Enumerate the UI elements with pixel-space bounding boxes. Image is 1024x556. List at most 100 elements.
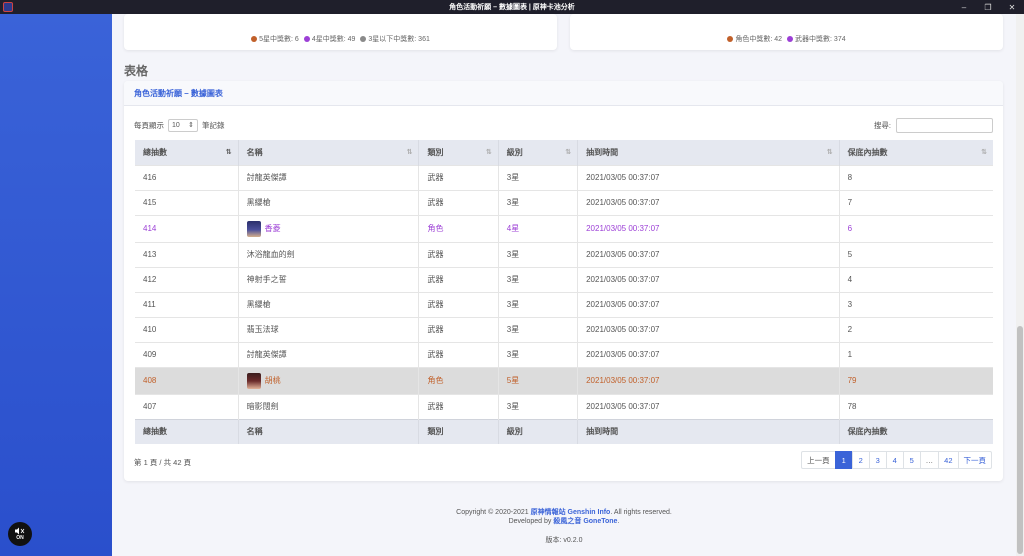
table-page-info: 第 1 頁 / 共 42 頁	[134, 458, 192, 467]
site-link[interactable]: 原神情報站 Genshin Info	[531, 509, 611, 516]
cell-total: 412	[135, 266, 239, 292]
cell-type: 武器	[418, 266, 499, 292]
legend-label-3star: 3星以下中獎數: 361	[368, 36, 430, 43]
character-name: 香菱	[264, 224, 281, 233]
developer-link[interactable]: 殺風之音 GoneTone	[553, 518, 617, 525]
column-header-pity-label: 保底內抽數	[847, 147, 888, 157]
window-controls: – ❐ ✕	[952, 0, 1024, 14]
legend-item-weapon[interactable]: 武器中獎數: 374	[787, 34, 846, 44]
close-button[interactable]: ✕	[1000, 0, 1024, 14]
table-row: 413 沐浴龍血的劍 武器 3星 2021/03/05 00:37:07 5	[135, 241, 993, 267]
table-row: 407 暗影闊劍 武器 3星 2021/03/05 00:37:07 78	[135, 393, 993, 419]
column-header-total[interactable]: 總抽數 ⇅	[135, 140, 239, 165]
sort-icon: ⇅	[981, 149, 987, 156]
cell-rank: 3星	[498, 341, 579, 367]
character-name: 胡桃	[264, 376, 281, 385]
cell-rank: 3星	[498, 189, 579, 215]
cell-total: 414	[135, 214, 239, 242]
table-row: 415 黑纓槍 武器 3星 2021/03/05 00:37:07 7	[135, 189, 993, 215]
cell-pity: 6	[839, 214, 993, 242]
pagination-page-1[interactable]: 1	[834, 451, 853, 469]
sort-icon: ⇅	[826, 149, 833, 156]
cell-total: 413	[135, 241, 239, 267]
cell-time: 2021/03/05 00:37:07	[577, 393, 840, 419]
rarity-summary-card: 5星中獎數: 6 4星中獎數: 49 3星以下中獎數: 361	[124, 14, 557, 50]
name-with-avatar: 胡桃	[246, 372, 419, 389]
legend-item-5star[interactable]: 5星中獎數: 6	[251, 34, 299, 44]
name-with-avatar: 香菱	[246, 220, 419, 237]
pagination-prev[interactable]: 上一頁	[801, 451, 836, 469]
pagination-next[interactable]: 下一頁	[957, 451, 992, 469]
column-header-pity[interactable]: 保底內抽數 ⇅	[839, 140, 993, 165]
pagination-page-5[interactable]: 5	[902, 451, 921, 469]
column-header-time-label: 抽到時間	[586, 147, 619, 157]
cell-rank: 3星	[498, 164, 579, 190]
table-toolbar: 每頁顯示 10 ⇕ 筆記錄 搜尋:	[134, 117, 993, 133]
footer-header-name: 名稱	[238, 418, 420, 444]
table-row: 411 黑纓槍 武器 3星 2021/03/05 00:37:07 3	[135, 291, 993, 317]
legend-dot-4star	[303, 36, 310, 42]
legend-item-3star[interactable]: 3星以下中獎數: 361	[360, 34, 430, 44]
search-input[interactable]	[896, 117, 993, 133]
cell-rank: 3星	[498, 393, 579, 419]
sidebar	[0, 14, 112, 556]
page-scrollbar[interactable]	[1016, 14, 1024, 556]
column-header-time[interactable]: 抽到時間 ⇅	[577, 140, 840, 165]
sound-toggle-button[interactable]: ON	[8, 522, 32, 546]
minimize-button[interactable]: –	[952, 0, 976, 14]
cell-name: 沐浴龍血的劍	[238, 241, 420, 267]
cell-pity: 5	[839, 241, 993, 267]
rarity-legend: 5星中獎數: 6 4星中獎數: 49 3星以下中獎數: 361	[124, 34, 557, 44]
table-row: 409 討龍英傑譚 武器 3星 2021/03/05 00:37:07 1	[135, 341, 993, 367]
cell-rank: 3星	[498, 291, 579, 317]
legend-label-4star: 4星中獎數: 49	[311, 36, 356, 43]
cell-time: 2021/03/05 00:37:07	[577, 291, 840, 317]
page-footer: Copyright © 2020-2021 原神情報站 Genshin Info…	[112, 508, 1016, 545]
cell-time: 2021/03/05 00:37:07	[577, 316, 840, 342]
type-legend: 角色中獎數: 42 武器中獎數: 374	[570, 34, 1003, 44]
select-arrows-icon: ⇕	[188, 122, 194, 129]
cell-rank: 3星	[498, 316, 579, 342]
legend-item-character[interactable]: 角色中獎數: 42	[727, 34, 782, 44]
cell-name: 討龍英傑譚	[238, 164, 420, 190]
cell-time: 2021/03/05 00:37:07	[577, 189, 840, 215]
table-card-header: 角色活動祈願 – 數據圖表	[124, 81, 1003, 106]
cell-type: 武器	[418, 241, 499, 267]
cell-rank: 3星	[498, 241, 579, 267]
cell-type: 武器	[418, 189, 499, 215]
cell-name: 香菱	[238, 214, 420, 242]
cell-pity: 78	[839, 393, 993, 419]
cell-rank: 3星	[498, 266, 579, 292]
pagination-ellipsis: …	[919, 451, 940, 469]
legend-item-4star[interactable]: 4星中獎數: 49	[303, 34, 356, 44]
cell-time: 2021/03/05 00:37:07	[577, 266, 840, 292]
page-length-select[interactable]: 10 ⇕	[168, 118, 198, 132]
cell-pity: 2	[839, 316, 993, 342]
scrollbar-thumb[interactable]	[1017, 326, 1023, 554]
cell-time: 2021/03/05 00:37:07	[577, 341, 840, 367]
copyright-suffix: . All rights reserved.	[610, 509, 672, 516]
copyright-line: Copyright © 2020-2021 原神情報站 Genshin Info…	[112, 508, 1016, 517]
legend-label-character: 角色中獎數: 42	[735, 36, 783, 43]
pagination-page-4[interactable]: 4	[885, 451, 904, 469]
table-row: 416 討龍英傑譚 武器 3星 2021/03/05 00:37:07 8	[135, 164, 993, 190]
column-header-rank[interactable]: 級別 ⇅	[498, 140, 579, 165]
cell-total: 411	[135, 291, 239, 317]
pagination-page-3[interactable]: 3	[868, 451, 887, 469]
wish-history-table: 總抽數 ⇅ 名稱 ⇅ 類別 ⇅ 級別 ⇅ 抽到時間 ⇅ 保底內抽數 ⇅ 416 討龍英傑譚 …	[135, 140, 993, 444]
maximize-button[interactable]: ❐	[976, 0, 1000, 14]
column-header-type[interactable]: 類別 ⇅	[418, 140, 499, 165]
column-header-rank-label: 級別	[506, 147, 523, 157]
character-avatar	[246, 220, 261, 237]
pagination-page-42[interactable]: 42	[938, 451, 959, 469]
column-header-name[interactable]: 名稱 ⇅	[238, 140, 420, 165]
cell-name: 神射手之誓	[238, 266, 420, 292]
table-row: 410 翡玉法球 武器 3星 2021/03/05 00:37:07 2	[135, 316, 993, 342]
table-row-4star: 414 香菱 角色 4星 2021/03/05 00:37:07 6	[135, 214, 993, 242]
pagination-page-2[interactable]: 2	[851, 451, 870, 469]
developer-line: Developed by 殺風之音 GoneTone.	[508, 518, 620, 525]
table-row: 412 神射手之誓 武器 3星 2021/03/05 00:37:07 4	[135, 266, 993, 292]
table-footer-row: 總抽數 名稱 類別 級別 抽到時間 保底內抽數	[135, 418, 993, 444]
legend-dot-character	[727, 36, 734, 42]
window-title: 角色活動祈願 – 數據圖表 | 原神卡池分析	[449, 4, 575, 11]
